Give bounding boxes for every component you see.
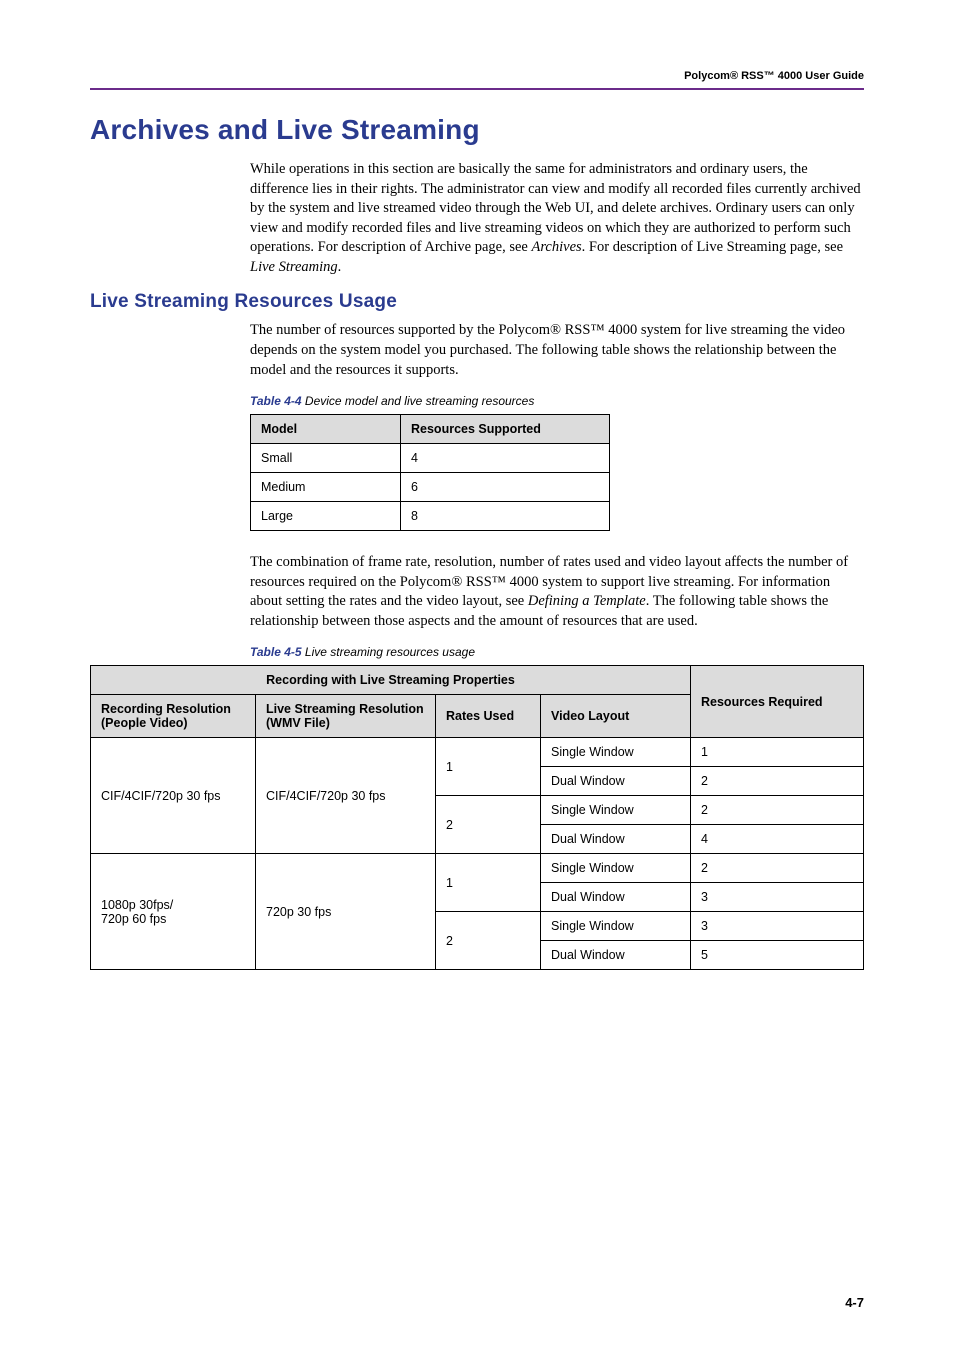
cell-layout: Single Window xyxy=(541,912,691,941)
intro-paragraph: While operations in this section are bas… xyxy=(250,160,864,277)
link-live-streaming[interactable]: Live Streaming xyxy=(250,259,338,275)
caption-rest: Device model and live streaming resource… xyxy=(302,394,535,408)
th-resources: Resources Supported xyxy=(401,415,610,444)
cell-rates: 2 xyxy=(436,912,541,970)
table-4-4-caption: Table 4-4 Device model and live streamin… xyxy=(250,394,864,408)
th-model: Model xyxy=(251,415,401,444)
intro-text-mid: . For description of Live Streaming page… xyxy=(582,239,843,255)
cell-model: Medium xyxy=(251,473,401,502)
cell-req: 3 xyxy=(691,883,864,912)
cell-req: 2 xyxy=(691,767,864,796)
cell-layout: Single Window xyxy=(541,796,691,825)
cell-model: Large xyxy=(251,502,401,531)
th-req: Resources Required xyxy=(691,666,864,738)
page-number: 4-7 xyxy=(845,1295,864,1310)
cell-layout: Dual Window xyxy=(541,767,691,796)
cell-req: 1 xyxy=(691,738,864,767)
header-rule xyxy=(90,88,864,90)
cell-live: 720p 30 fps xyxy=(256,854,436,970)
cell-res: 6 xyxy=(401,473,610,502)
table-row: Small 4 xyxy=(251,444,610,473)
table-4-5: Recording with Live Streaming Properties… xyxy=(90,665,864,970)
table-row: Model Resources Supported xyxy=(251,415,610,444)
cell-layout: Dual Window xyxy=(541,941,691,970)
intro-text-end: . xyxy=(338,259,342,275)
caption-rest: Live streaming resources usage xyxy=(302,645,475,659)
th-live: Live Streaming Resolution (WMV File) xyxy=(256,695,436,738)
combination-paragraph: The combination of frame rate, resolutio… xyxy=(250,553,864,631)
cell-model: Small xyxy=(251,444,401,473)
th-rec: Recording Resolution (People Video) xyxy=(91,695,256,738)
cell-layout: Dual Window xyxy=(541,825,691,854)
cell-req: 4 xyxy=(691,825,864,854)
cell-req: 2 xyxy=(691,796,864,825)
table-4-4: Model Resources Supported Small 4 Medium… xyxy=(250,414,610,531)
cell-rec: CIF/4CIF/720p 30 fps xyxy=(91,738,256,854)
resources-paragraph: The number of resources supported by the… xyxy=(250,321,864,380)
table-row: Medium 6 xyxy=(251,473,610,502)
cell-layout: Single Window xyxy=(541,738,691,767)
cell-res: 4 xyxy=(401,444,610,473)
cell-live: CIF/4CIF/720p 30 fps xyxy=(256,738,436,854)
cell-rates: 1 xyxy=(436,738,541,796)
table-row: Large 8 xyxy=(251,502,610,531)
subsection-heading: Live Streaming Resources Usage xyxy=(90,291,864,313)
table-row: Recording with Live Streaming Properties… xyxy=(91,666,864,695)
link-defining-template[interactable]: Defining a Template xyxy=(528,593,646,609)
th-rates: Rates Used xyxy=(436,695,541,738)
cell-layout: Single Window xyxy=(541,854,691,883)
cell-req: 2 xyxy=(691,854,864,883)
cell-layout: Dual Window xyxy=(541,883,691,912)
cell-rec: 1080p 30fps/ 720p 60 fps xyxy=(91,854,256,970)
cell-rates: 1 xyxy=(436,854,541,912)
section-heading: Archives and Live Streaming xyxy=(90,114,864,146)
caption-lead: Table 4-4 xyxy=(250,394,302,408)
cell-req: 3 xyxy=(691,912,864,941)
table-row: 1080p 30fps/ 720p 60 fps 720p 30 fps 1 S… xyxy=(91,854,864,883)
cell-req: 5 xyxy=(691,941,864,970)
cell-rates: 2 xyxy=(436,796,541,854)
running-head: Polycom® RSS™ 4000 User Guide xyxy=(90,70,864,82)
table-row: CIF/4CIF/720p 30 fps CIF/4CIF/720p 30 fp… xyxy=(91,738,864,767)
table-4-5-caption: Table 4-5 Live streaming resources usage xyxy=(250,645,864,659)
caption-lead: Table 4-5 xyxy=(250,645,302,659)
link-archives[interactable]: Archives xyxy=(531,239,581,255)
th-top: Recording with Live Streaming Properties xyxy=(91,666,691,695)
th-layout: Video Layout xyxy=(541,695,691,738)
cell-res: 8 xyxy=(401,502,610,531)
